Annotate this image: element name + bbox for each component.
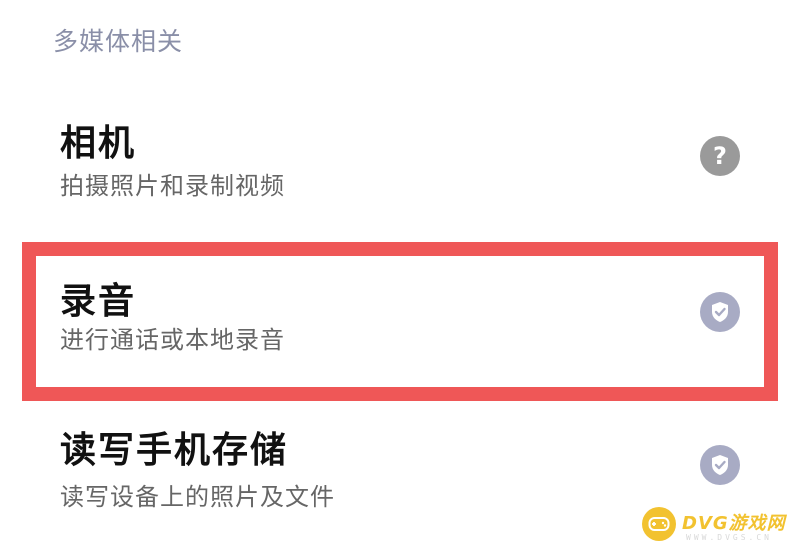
gamepad-icon (642, 507, 676, 541)
watermark: DVG游戏网 WWW.DVGS.CN (642, 503, 792, 547)
permission-title: 相机 (60, 123, 137, 164)
check-shield-icon[interactable] (700, 445, 740, 485)
question-glyph: ? (713, 142, 727, 170)
highlight-box (22, 242, 778, 401)
question-icon[interactable]: ? (700, 136, 740, 176)
permission-title: 读写手机存储 (60, 430, 289, 471)
permission-description: 拍摄照片和录制视频 (60, 172, 285, 200)
permission-item-camera[interactable]: 相机 拍摄照片和录制视频 ? (0, 100, 800, 220)
watermark-text: DVG游戏网 (682, 513, 786, 534)
check-shield-icon-svg (712, 455, 728, 475)
watermark-subtext: WWW.DVGS.CN (686, 533, 772, 542)
permission-description: 读写设备上的照片及文件 (60, 483, 335, 511)
section-title: 多媒体相关 (53, 27, 184, 56)
